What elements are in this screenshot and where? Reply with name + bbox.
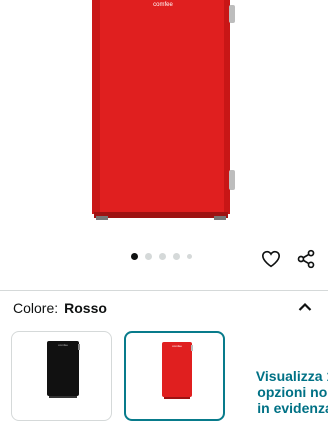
image-pagination-dots[interactable]: [131, 253, 192, 260]
swatch-black-image: comfee: [47, 341, 80, 398]
chevron-up-icon: [298, 302, 312, 311]
more-options-line-3: in evidenza: [257, 400, 328, 416]
share-button[interactable]: [293, 246, 319, 272]
swatch-red-image: comfee: [162, 342, 193, 399]
fridge-base: [94, 212, 228, 218]
dot-3[interactable]: [159, 253, 166, 260]
fridge-foot-left: [96, 216, 108, 220]
heart-icon: [261, 250, 281, 268]
swatch-black[interactable]: comfee: [11, 331, 112, 421]
dot-1[interactable]: [131, 253, 138, 260]
color-variant-header: Colore: Rosso: [13, 300, 107, 316]
wishlist-button[interactable]: [258, 246, 284, 272]
product-image[interactable]: comfee: [0, 0, 328, 240]
product-image-gallery[interactable]: comfee: [0, 0, 328, 290]
dot-2[interactable]: [145, 253, 152, 260]
variant-selected-value: Rosso: [64, 300, 107, 316]
fridge-shading: [92, 0, 100, 214]
fridge-hinge-bottom: [229, 170, 235, 190]
dot-4[interactable]: [173, 253, 180, 260]
more-options-link[interactable]: Visualizza 1 opzioni nor in evidenza: [250, 368, 328, 416]
section-divider: [0, 290, 328, 291]
more-options-line-1: Visualizza 1: [255, 368, 328, 384]
fridge-hinge-top: [229, 5, 235, 23]
share-icon: [297, 249, 315, 269]
collapse-variant-button[interactable]: [292, 294, 318, 320]
svg-text:comfee: comfee: [58, 343, 68, 347]
fridge-body: [92, 0, 230, 214]
brand-logo: comfee: [153, 2, 173, 8]
variant-label: Colore:: [13, 300, 59, 316]
more-options-line-2: opzioni nor: [257, 384, 328, 400]
dot-5[interactable]: [187, 254, 192, 259]
swatch-red[interactable]: comfee: [124, 331, 225, 421]
svg-text:comfee: comfee: [172, 344, 182, 348]
fridge-foot-right: [214, 216, 226, 220]
